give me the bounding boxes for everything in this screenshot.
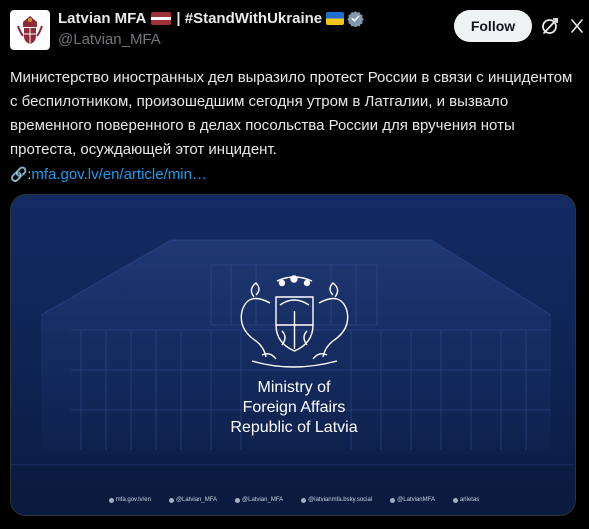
ministry-title: Ministry of Foreign Affairs Republic of … — [11, 378, 575, 438]
display-name-suffix[interactable]: | #StandWithUkraine — [176, 10, 322, 27]
media-card[interactable]: Ministry of Foreign Affairs Republic of … — [10, 194, 576, 516]
link-emoji: 🔗: — [10, 166, 32, 182]
ministry-line-2: Foreign Affairs — [242, 399, 346, 416]
footer-bluesky: @latvianmfa.bsky.social — [301, 497, 372, 503]
ukraine-flag-icon — [326, 12, 345, 25]
display-name[interactable]: Latvian MFA — [58, 10, 146, 27]
threads-icon — [168, 497, 174, 503]
tweet-link[interactable]: mfa.gov.lv/en/article/min… — [31, 166, 207, 183]
latvia-coat-of-arms-icon — [17, 16, 43, 44]
footer-threads: @Latvian_MFA — [168, 497, 217, 503]
media-footer: mfa.gov.lv/en @Latvian_MFA @Latvian_MFA … — [11, 497, 575, 503]
x-icon — [235, 497, 241, 503]
instagram-icon — [452, 497, 458, 503]
tweet-header: Latvian MFA | #StandWithUkraine @Latvian… — [10, 8, 583, 52]
tweet-body: Министерство иностранных дел выразило пр… — [10, 69, 573, 158]
ministry-line-1: Ministry of — [257, 379, 331, 396]
grok-icon[interactable] — [540, 16, 560, 36]
facebook-icon — [390, 497, 396, 503]
account-name-row[interactable]: Latvian MFA | #StandWithUkraine — [58, 10, 364, 28]
more-options-icon[interactable] — [570, 18, 584, 34]
footer-website: mfa.gov.lv/en — [108, 497, 151, 503]
verified-badge-icon[interactable] — [347, 10, 364, 28]
footer-instagram: arlietas — [452, 497, 479, 503]
account-handle[interactable]: @Latvian_MFA — [58, 31, 161, 48]
follow-button[interactable]: Follow — [454, 10, 532, 42]
ministry-line-3: Republic of Latvia — [230, 419, 358, 436]
latvia-coat-of-arms-icon — [240, 275, 349, 368]
footer-x: @Latvian_MFA — [235, 497, 283, 503]
tweet-text: Министерство иностранных дел выразило пр… — [10, 66, 579, 187]
latvia-flag-icon — [151, 12, 172, 25]
avatar[interactable] — [10, 10, 50, 50]
globe-icon — [108, 497, 114, 503]
footer-facebook: @LatvianMFA — [390, 497, 435, 503]
bluesky-icon — [301, 497, 307, 503]
